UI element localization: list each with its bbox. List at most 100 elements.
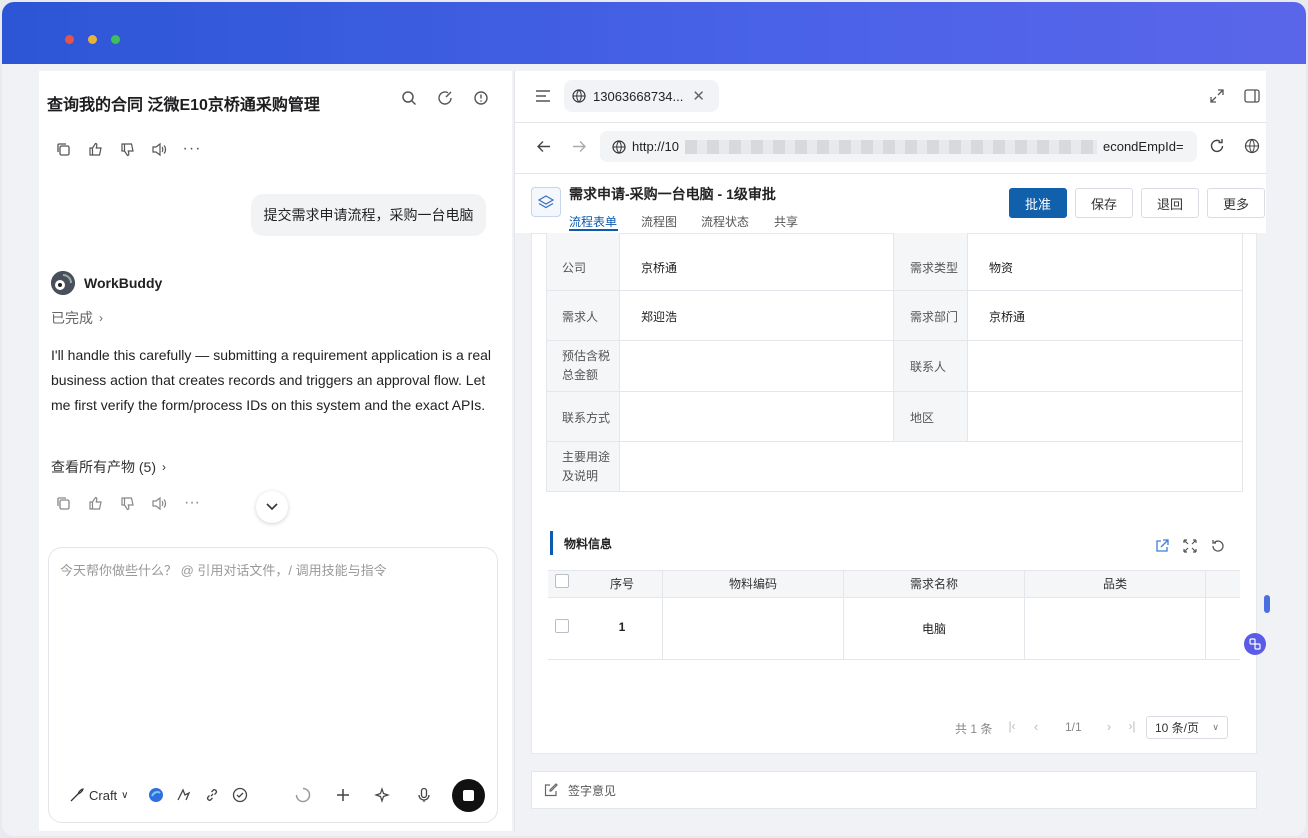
menu-icon[interactable] [533,86,553,106]
search-icon[interactable] [399,88,419,108]
reload-icon[interactable] [1207,136,1227,156]
amount-label-line1: 预估含税 [562,349,611,363]
address-bar[interactable]: http://10 econdEmpId= [600,131,1197,162]
requester-value[interactable]: 郑迎浩 [641,302,677,330]
region-label: 地区 [910,410,935,425]
copy-icon[interactable] [54,494,72,512]
refresh-icon[interactable] [1209,537,1227,555]
company-value[interactable]: 京桥通 [641,253,677,281]
tab-form[interactable]: 流程表单 [569,213,617,230]
sidebar-toggle-icon[interactable] [1242,86,1262,106]
user-message: 提交需求申请流程，采购一台电脑 [251,194,486,236]
first-page-icon[interactable]: |‹ [1005,719,1019,733]
form-title: 需求申请-采购一台电脑 - 1级审批 [569,186,776,202]
dept-value[interactable]: 京桥通 [989,302,1025,330]
url-redacted [684,139,1097,154]
purpose-label-line2: 及说明 [562,469,599,483]
back-icon[interactable] [533,136,553,156]
microphone-icon[interactable] [415,786,433,804]
copy-icon[interactable] [54,140,72,158]
speaker-icon[interactable] [150,140,168,158]
chevron-down-icon: ∨ [1212,722,1219,732]
browser-icon[interactable] [147,786,165,804]
browser-tab[interactable]: 13063668734... ✕ [564,80,719,112]
stop-button[interactable] [452,779,485,812]
region-input[interactable] [969,393,1241,440]
mode-label: Craft [89,787,118,803]
save-button[interactable]: 保存 [1075,188,1133,218]
col-index: 序号 [609,576,634,591]
artifacts-text: 查看所有产物 (5) [51,459,156,475]
dept-label: 需求部门 [910,309,959,324]
skill-icon[interactable] [175,786,193,804]
close-tab-icon[interactable]: ✕ [692,87,705,105]
divider [515,122,1267,123]
tab-status[interactable]: 流程状态 [701,213,749,230]
amount-label: 预估含税 总金额 [562,347,610,385]
chat-panel: 查询我的合同 泛微E10京桥通采购管理 ··· 提交需求申请流程，采购一台电脑 … [39,71,512,831]
globe-icon [572,89,586,103]
amount-input[interactable] [621,342,893,390]
last-page-icon[interactable]: ›| [1125,719,1139,733]
url-end: econdEmpId= [1102,139,1184,154]
contact-input[interactable] [969,342,1241,390]
thumbs-down-icon[interactable] [118,494,136,512]
chat-title: 查询我的合同 泛微E10京桥通采购管理 [47,97,320,114]
pagination-total: 共 1 条 [955,722,993,736]
layers-icon [531,187,561,217]
requester-label: 需求人 [562,309,599,324]
translate-globe-icon[interactable] [1242,136,1262,156]
return-button[interactable]: 退回 [1141,188,1199,218]
thumbs-up-icon[interactable] [86,494,104,512]
craft-icon [70,788,84,802]
maximize-dot[interactable] [111,35,120,44]
row-checkbox[interactable] [555,619,569,633]
new-chat-icon[interactable] [435,88,455,108]
loading-icon [294,786,312,804]
artifacts-link[interactable]: 查看所有产物 (5) › [51,457,166,477]
expand-icon[interactable] [1207,86,1227,106]
more-button[interactable]: 更多 [1207,188,1265,218]
composer: 今天帮你做些什么？ @ 引用对话文件，/ 调用技能与指令 Craft ∨ [48,547,498,823]
scroll-down-button[interactable] [256,491,288,523]
thumbs-down-icon[interactable] [118,140,136,158]
fullscreen-icon[interactable] [1181,537,1199,555]
sparkle-icon[interactable] [373,786,391,804]
composer-input[interactable]: 今天帮你做些什么？ @ 引用对话文件，/ 调用技能与指令 [60,560,480,579]
row-index: 1 [618,620,626,634]
more-icon[interactable]: ··· [182,140,202,158]
thumbs-up-icon[interactable] [86,140,104,158]
next-page-icon[interactable]: › [1102,719,1116,734]
link-icon[interactable] [203,786,221,804]
status-toggle[interactable]: 已完成 › [51,308,103,328]
tab-share[interactable]: 共享 [774,213,798,230]
phone-input[interactable] [621,393,893,440]
select-all-checkbox[interactable] [555,574,569,588]
prev-page-icon[interactable]: ‹ [1029,719,1043,734]
status-text: 已完成 [51,310,93,326]
purpose-input[interactable] [621,443,1241,490]
close-dot[interactable] [65,35,74,44]
add-icon[interactable] [334,786,352,804]
page-size-select[interactable]: 10 条/页 ∨ [1146,716,1228,739]
check-circle-icon[interactable] [231,786,249,804]
purpose-label-line1: 主要用途 [562,450,611,464]
speaker-icon[interactable] [150,494,168,512]
approve-button[interactable]: 批准 [1009,188,1067,218]
minimize-dot[interactable] [88,35,97,44]
chevron-right-icon: › [162,460,166,474]
col-code: 物料编码 [728,576,777,591]
tab-flowchart[interactable]: 流程图 [641,213,677,230]
external-link-icon[interactable] [1153,537,1171,555]
mode-selector[interactable]: Craft ∨ [69,787,129,803]
assistant-float-icon[interactable] [1244,633,1266,655]
history-icon[interactable] [471,88,491,108]
title-bar [2,2,1306,64]
type-value[interactable]: 物资 [989,253,1013,281]
side-handle[interactable] [1264,595,1270,613]
row-name[interactable]: 电脑 [844,620,1024,637]
page-indicator: 1/1 [1065,720,1082,734]
more-icon[interactable]: ··· [182,494,202,512]
forward-icon[interactable] [569,136,589,156]
sign-opinion-field[interactable]: 签字意见 [531,771,1257,809]
